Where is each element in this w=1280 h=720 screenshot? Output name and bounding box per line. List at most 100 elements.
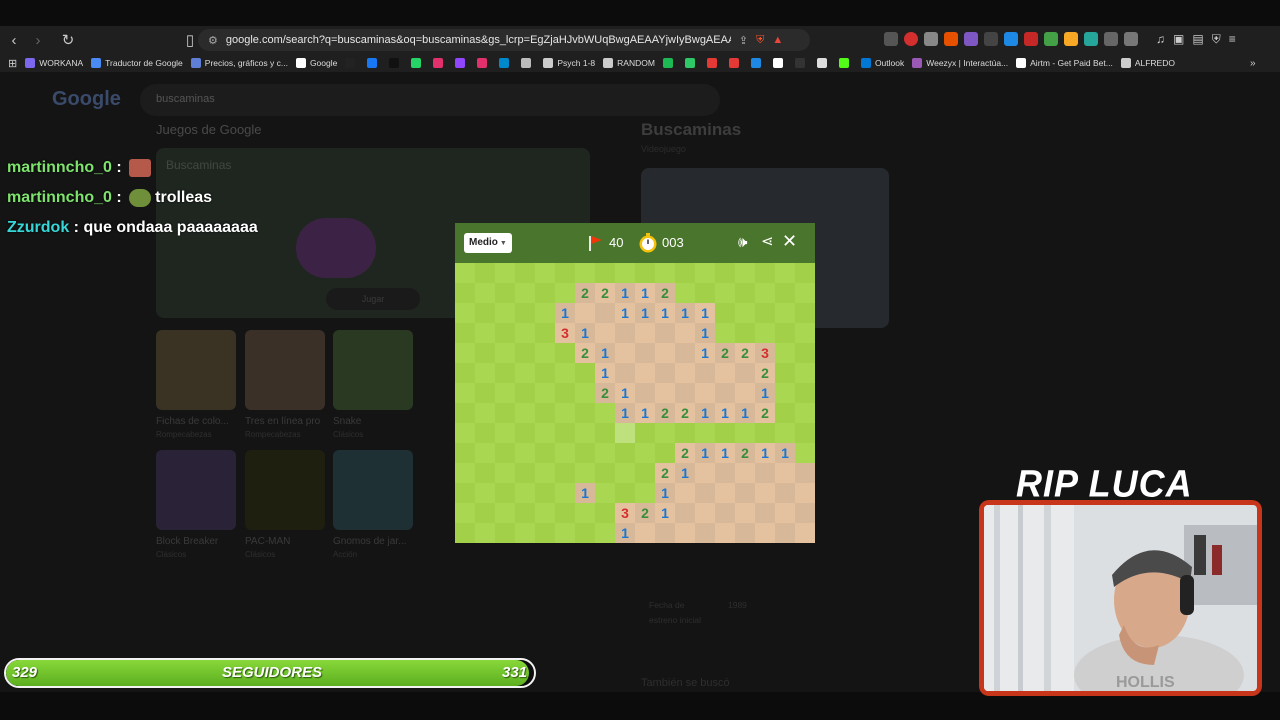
unrevealed-cell[interactable] — [495, 383, 515, 403]
revealed-cell[interactable] — [695, 523, 715, 543]
unrevealed-cell[interactable] — [535, 303, 555, 323]
difficulty-select[interactable]: Medio ▼ — [464, 233, 512, 253]
revealed-cell[interactable] — [735, 523, 755, 543]
unrevealed-cell[interactable] — [675, 263, 695, 283]
unrevealed-cell[interactable] — [595, 423, 615, 443]
bookmark-item[interactable] — [433, 58, 447, 68]
unrevealed-cell[interactable] — [735, 283, 755, 303]
revealed-cell[interactable] — [755, 463, 775, 483]
bookmark-item[interactable] — [367, 58, 381, 68]
bookmark-item[interactable] — [345, 58, 359, 68]
unrevealed-cell[interactable] — [695, 263, 715, 283]
bookmark-item[interactable] — [728, 58, 743, 68]
unrevealed-cell[interactable] — [575, 383, 595, 403]
bookmark-item[interactable]: Airtm - Get Paid Bet... — [1016, 58, 1113, 68]
unrevealed-cell[interactable] — [795, 403, 815, 423]
unrevealed-cell[interactable] — [575, 263, 595, 283]
revealed-cell[interactable] — [675, 523, 695, 543]
unrevealed-cell[interactable] — [535, 383, 555, 403]
unrevealed-cell[interactable] — [515, 523, 535, 543]
unrevealed-cell[interactable] — [735, 263, 755, 283]
unrevealed-cell[interactable] — [635, 483, 655, 503]
revealed-cell[interactable] — [635, 363, 655, 383]
unrevealed-cell[interactable] — [535, 423, 555, 443]
revealed-cell[interactable] — [735, 363, 755, 383]
revealed-cell[interactable] — [595, 323, 615, 343]
revealed-cell[interactable] — [715, 483, 735, 503]
unrevealed-cell[interactable] — [775, 303, 795, 323]
revealed-cell[interactable] — [675, 383, 695, 403]
unrevealed-cell[interactable] — [515, 423, 535, 443]
unrevealed-cell[interactable] — [495, 443, 515, 463]
extension-icon[interactable] — [1124, 32, 1138, 46]
bookmark-item[interactable] — [706, 58, 721, 68]
unrevealed-cell[interactable] — [455, 343, 475, 363]
unrevealed-cell[interactable] — [535, 263, 555, 283]
unrevealed-cell[interactable] — [555, 443, 575, 463]
play-button[interactable]: Jugar — [326, 288, 420, 310]
forward-icon[interactable]: › — [28, 30, 48, 50]
bookmark-item[interactable] — [838, 58, 853, 68]
revealed-cell[interactable] — [795, 523, 815, 543]
unrevealed-cell[interactable] — [695, 423, 715, 443]
media-icon[interactable]: ♫ — [1156, 32, 1165, 47]
unrevealed-cell[interactable] — [555, 463, 575, 483]
unrevealed-cell[interactable] — [455, 303, 475, 323]
unrevealed-cell[interactable] — [495, 503, 515, 523]
unrevealed-cell[interactable] — [635, 263, 655, 283]
reload-icon[interactable]: ↻ — [58, 30, 78, 50]
unrevealed-cell[interactable] — [475, 343, 495, 363]
revealed-cell[interactable] — [635, 523, 655, 543]
revealed-cell[interactable] — [655, 343, 675, 363]
unrevealed-cell[interactable] — [595, 523, 615, 543]
revealed-cell[interactable] — [795, 463, 815, 483]
unrevealed-cell[interactable] — [515, 503, 535, 523]
unrevealed-cell[interactable] — [795, 283, 815, 303]
unrevealed-cell[interactable] — [475, 423, 495, 443]
bookmark-item[interactable]: WORKANA — [25, 58, 83, 68]
unrevealed-cell[interactable] — [495, 463, 515, 483]
unrevealed-cell[interactable] — [455, 323, 475, 343]
unrevealed-cell[interactable] — [635, 443, 655, 463]
extension-icon[interactable] — [1104, 32, 1118, 46]
unrevealed-cell[interactable] — [535, 523, 555, 543]
unrevealed-cell[interactable] — [515, 483, 535, 503]
extension-icon[interactable] — [1024, 32, 1038, 46]
google-search-box[interactable]: buscaminas — [140, 84, 720, 116]
unrevealed-cell[interactable] — [535, 363, 555, 383]
unrevealed-cell[interactable] — [515, 283, 535, 303]
bookmark-item[interactable]: Weezyx | Interactúa... — [912, 58, 1008, 68]
unrevealed-cell[interactable] — [795, 423, 815, 443]
unrevealed-cell[interactable] — [455, 283, 475, 303]
unrevealed-cell[interactable] — [595, 503, 615, 523]
unrevealed-cell[interactable] — [475, 403, 495, 423]
unrevealed-cell[interactable] — [735, 323, 755, 343]
unrevealed-cell[interactable] — [455, 383, 475, 403]
unrevealed-cell[interactable] — [535, 483, 555, 503]
unrevealed-cell[interactable] — [635, 423, 655, 443]
revealed-cell[interactable] — [735, 503, 755, 523]
revealed-cell[interactable] — [655, 363, 675, 383]
revealed-cell[interactable] — [715, 523, 735, 543]
unrevealed-cell[interactable] — [555, 403, 575, 423]
wallet-icon[interactable]: ▤ — [1192, 32, 1203, 47]
share-icon[interactable]: ⋖ — [761, 233, 779, 251]
bookmark-item[interactable]: Traductor de Google — [91, 58, 183, 68]
bookmark-item[interactable] — [411, 58, 425, 68]
more-bookmarks-icon[interactable]: » — [1250, 58, 1256, 69]
bookmark-item[interactable]: Outlook — [860, 58, 904, 68]
google-logo[interactable]: Google — [52, 88, 121, 111]
revealed-cell[interactable] — [695, 483, 715, 503]
vpn-icon[interactable]: ⛨ — [1212, 32, 1221, 47]
unrevealed-cell[interactable] — [675, 423, 695, 443]
close-icon[interactable]: ✕ — [782, 232, 800, 250]
share-page-icon[interactable]: ⇪ — [739, 34, 748, 47]
unrevealed-cell[interactable] — [595, 463, 615, 483]
site-info-icon[interactable]: ⚙ — [208, 34, 218, 47]
unrevealed-cell[interactable] — [455, 363, 475, 383]
revealed-cell[interactable] — [595, 303, 615, 323]
unrevealed-cell[interactable] — [475, 263, 495, 283]
unrevealed-cell[interactable] — [595, 263, 615, 283]
revealed-cell[interactable] — [615, 343, 635, 363]
bookmark-star-icon[interactable]: ▯ — [180, 30, 200, 50]
